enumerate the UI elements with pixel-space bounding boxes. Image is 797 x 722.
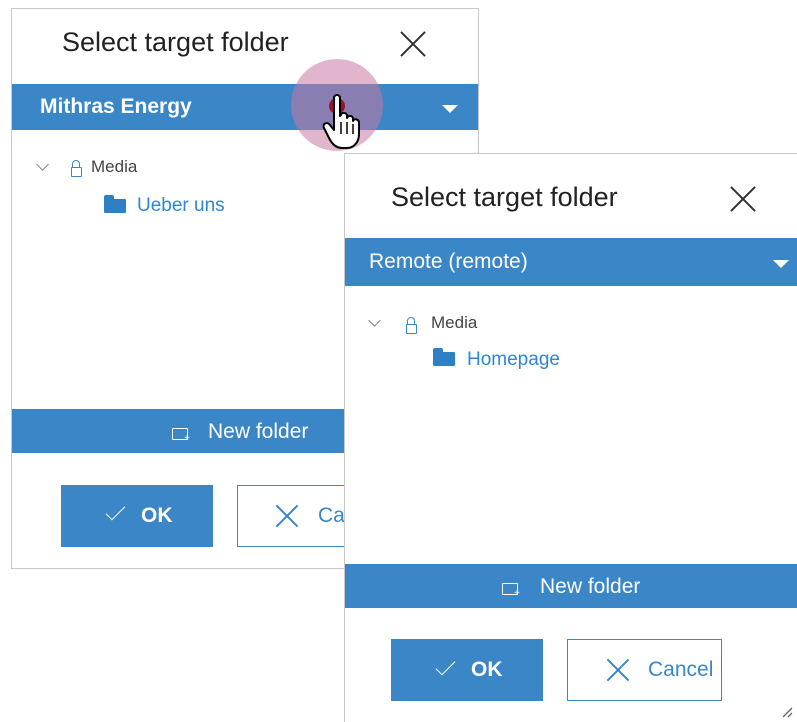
tree-item-homepage[interactable]: Homepage (467, 349, 560, 371)
site-selector-label: Mithras Energy (40, 95, 192, 118)
site-selector-label: Remote (remote) (369, 250, 528, 273)
tree-item-ueber-uns[interactable]: Ueber uns (137, 195, 225, 217)
ok-label: OK (141, 504, 173, 527)
cancel-label: Ca (318, 504, 345, 527)
folder-icon (433, 348, 455, 366)
chevron-down-icon[interactable] (442, 105, 458, 113)
ok-button[interactable]: OK (391, 639, 543, 701)
hand-cursor-icon (322, 94, 360, 149)
new-folder-icon (172, 428, 190, 444)
ok-button[interactable]: OK (61, 485, 213, 547)
cancel-label: Cancel (648, 658, 714, 681)
check-icon (435, 655, 456, 676)
resize-handle-icon[interactable] (781, 706, 793, 718)
ok-label: OK (471, 658, 503, 681)
dialog-title: Select target folder (62, 27, 289, 57)
chevron-down-icon[interactable] (773, 260, 789, 268)
check-icon (105, 500, 126, 521)
x-icon (275, 504, 299, 528)
new-folder-icon (502, 583, 520, 599)
close-icon[interactable] (728, 184, 758, 214)
x-icon (606, 658, 630, 682)
site-selector[interactable]: Remote (remote) (345, 238, 797, 286)
tree-root-label[interactable]: Media (431, 313, 477, 333)
new-folder-label: New folder (540, 575, 641, 598)
close-icon[interactable] (398, 29, 428, 59)
lock-icon (406, 317, 417, 334)
select-target-folder-dialog-front: Select target folder Remote (remote) Med… (344, 153, 797, 722)
dialog-title: Select target folder (391, 182, 618, 212)
lock-icon (71, 160, 82, 177)
folder-icon (104, 195, 126, 213)
chevron-down-icon[interactable] (368, 314, 381, 327)
new-folder-label: New folder (208, 420, 309, 443)
new-folder-button[interactable]: New folder (345, 564, 797, 608)
cancel-button[interactable]: Cancel (567, 639, 722, 701)
site-selector[interactable]: Mithras Energy (12, 84, 478, 130)
chevron-down-icon[interactable] (36, 158, 49, 171)
tree-root-label[interactable]: Media (91, 157, 137, 177)
